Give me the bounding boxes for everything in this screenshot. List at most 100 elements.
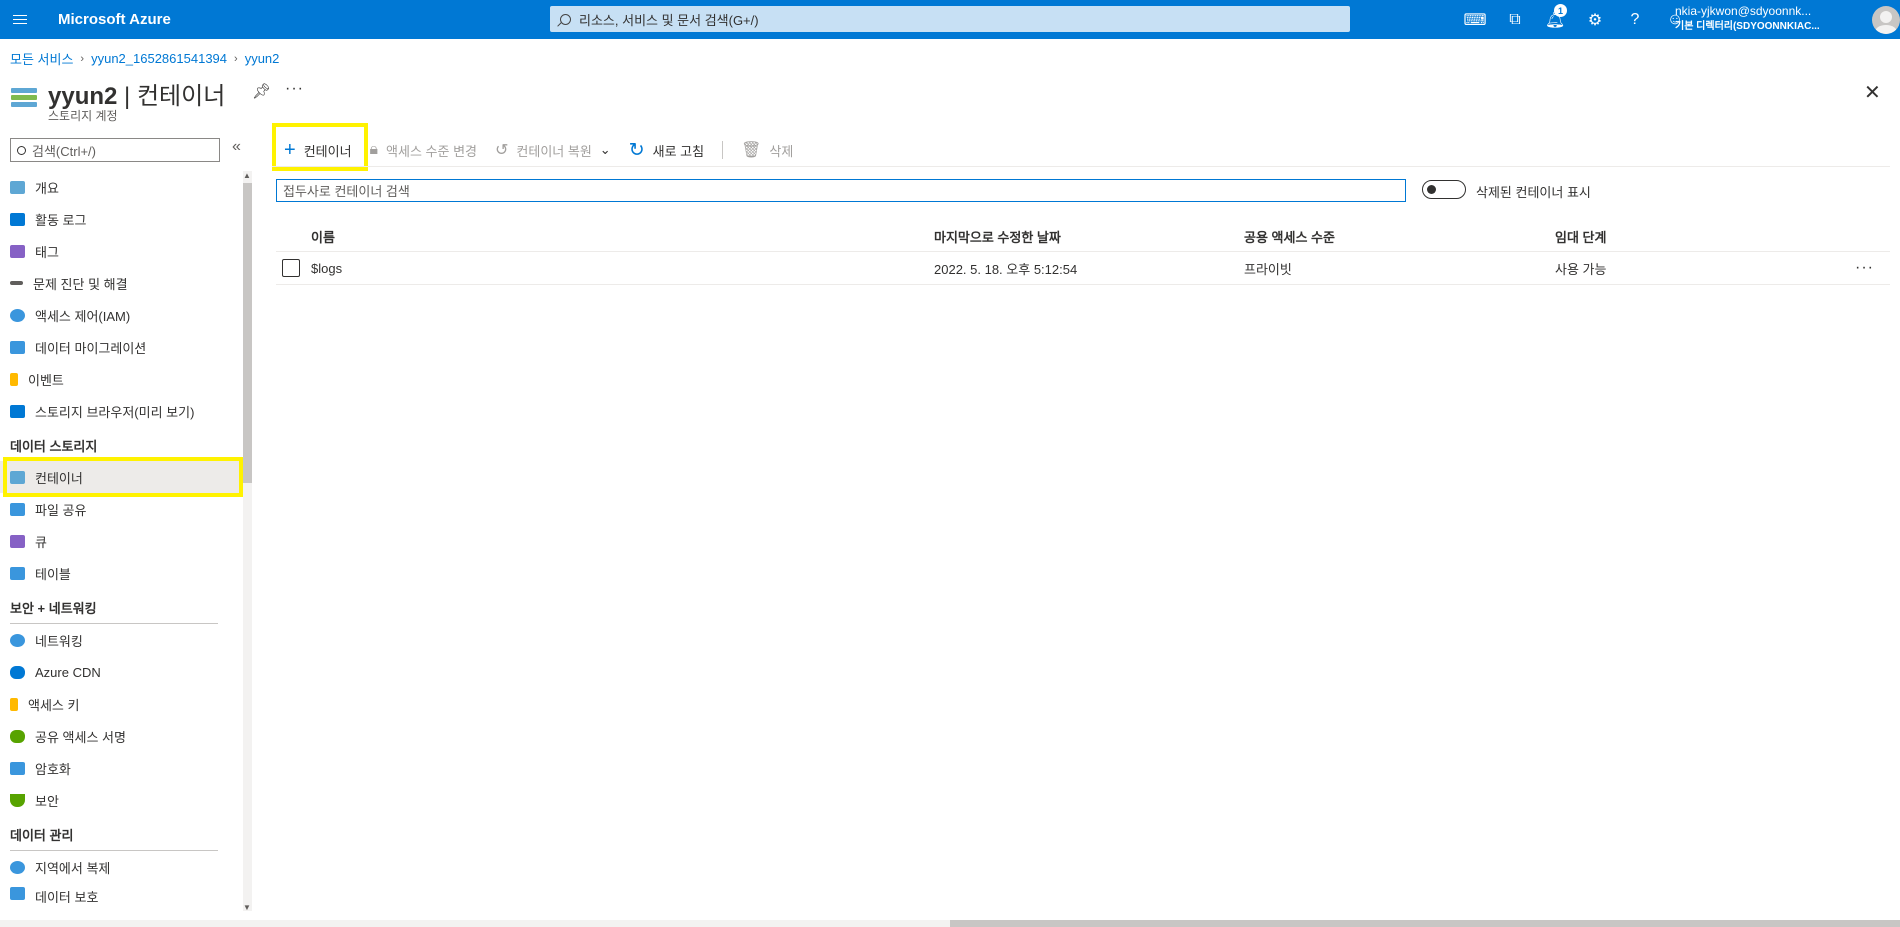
migration-icon <box>10 340 25 354</box>
sidebar-item-label: 파일 공유 <box>35 502 87 518</box>
collapse-menu-icon[interactable]: « <box>232 138 241 156</box>
sidebar-item-queues[interactable]: 큐 <box>0 525 242 557</box>
breadcrumb-storage-account[interactable]: yyun2 <box>245 51 280 66</box>
more-options-icon[interactable]: ··· <box>285 80 304 98</box>
scroll-up-icon[interactable]: ▲ <box>243 171 251 180</box>
sidebar-item-encryption[interactable]: 암호화 <box>0 752 242 784</box>
sidebar-item-events[interactable]: 이벤트 <box>0 363 242 395</box>
header-lease-state[interactable]: 임대 단계 <box>1555 227 1855 246</box>
cloud-shell-icon[interactable]: ⌨ <box>1455 0 1495 39</box>
account-email: nkia-yjkwon@sdyoonnk... <box>1675 4 1812 18</box>
sidebar-item-security[interactable]: 보안 <box>0 784 242 816</box>
global-search-input[interactable]: 리소스, 서비스 및 문서 검색(G+/) <box>550 6 1350 32</box>
sidebar-item-azure-cdn[interactable]: Azure CDN <box>0 656 242 688</box>
help-icon[interactable]: ? <box>1615 0 1655 39</box>
sidebar-item-access-keys[interactable]: 액세스 키 <box>0 688 242 720</box>
globe-icon <box>10 860 25 874</box>
sidebar-item-overview[interactable]: 개요 <box>0 171 242 203</box>
change-access-level-button[interactable]: 🔒︎ 액세스 수준 변경 <box>370 141 477 160</box>
queue-icon <box>10 534 25 548</box>
search-icon <box>17 145 26 155</box>
notification-badge: 1 <box>1554 4 1567 17</box>
cell-lease-state: 사용 가능 <box>1555 261 1607 277</box>
link-icon <box>10 729 25 743</box>
highlight-containers-menu <box>3 457 243 497</box>
notifications-icon[interactable]: 🔔︎ 1 <box>1535 0 1575 39</box>
restore-containers-button[interactable]: ↺ 컨테이너 복원 ⌄ <box>495 140 611 160</box>
settings-icon[interactable]: ⚙ <box>1575 0 1615 39</box>
sidebar-item-data-protection[interactable]: 데이터 보호 <box>0 883 242 903</box>
sidebar-item-activity-log[interactable]: 활동 로그 <box>0 203 242 235</box>
container-prefix-search-input[interactable]: 접두사로 컨테이너 검색 <box>276 179 1406 202</box>
sidebar-item-label: 암호화 <box>35 761 71 777</box>
title-separator: | <box>117 83 137 110</box>
menu-scrollbar-thumb[interactable] <box>243 183 252 483</box>
breadcrumb-all-services[interactable]: 모든 서비스 <box>10 49 73 68</box>
breadcrumb-resource-group[interactable]: yyun2_1652861541394 <box>91 51 227 66</box>
account-info[interactable]: nkia-yjkwon@sdyoonnk... 기본 디렉터리(SDYOONNK… <box>1675 4 1820 34</box>
pin-icon[interactable]: 📌︎ <box>252 82 271 100</box>
menu-icon[interactable] <box>6 0 34 39</box>
sidebar-item-sas[interactable]: 공유 액세스 서명 <box>0 720 242 752</box>
horizontal-scrollbar-thumb[interactable] <box>950 920 1900 927</box>
sidebar-item-tags[interactable]: 태그 <box>0 235 242 267</box>
scroll-down-icon[interactable]: ▼ <box>243 903 251 912</box>
page-subtitle: 스토리지 계정 <box>48 109 118 123</box>
key-icon <box>10 697 18 711</box>
change-access-level-label: 액세스 수준 변경 <box>386 143 477 159</box>
header-name[interactable]: 이름 <box>311 227 934 246</box>
cell-public-access: 프라이빗 <box>1244 261 1292 277</box>
cell-last-modified: 2022. 5. 18. 오후 5:12:54 <box>934 261 1078 277</box>
container-name-link[interactable]: $logs <box>311 261 934 276</box>
sidebar-item-storage-browser[interactable]: 스토리지 브라우저(미리 보기) <box>0 395 242 427</box>
close-icon[interactable]: ✕ <box>1864 80 1881 105</box>
sidebar-item-tables[interactable]: 테이블 <box>0 557 242 589</box>
cloud-icon <box>10 665 25 679</box>
sidebar-item-label: 태그 <box>35 244 59 260</box>
lock-icon: 🔒︎ <box>369 141 379 158</box>
refresh-button[interactable]: ↻ 새로 고침 <box>629 139 704 162</box>
account-directory: 기본 디렉터리(SDYOONNKIAC... <box>1675 21 1820 32</box>
restore-containers-label: 컨테이너 복원 <box>516 143 592 159</box>
sidebar-item-label: 공유 액세스 서명 <box>35 729 126 745</box>
storage-browser-icon <box>10 404 25 418</box>
table-row[interactable]: $logs 2022. 5. 18. 오후 5:12:54 프라이빗 사용 가능… <box>276 252 1890 285</box>
row-checkbox[interactable] <box>282 259 300 277</box>
table-icon <box>10 566 25 580</box>
delete-button[interactable]: 🗑︎ 삭제 <box>741 140 793 160</box>
sidebar-item-diagnose[interactable]: 문제 진단 및 해결 <box>0 267 242 299</box>
section-security-networking: 보안 + 네트워킹 <box>10 601 97 616</box>
directory-filter-icon[interactable]: ⧉ <box>1495 0 1535 39</box>
sidebar-item-geo-replication[interactable]: 지역에서 복제 <box>0 851 242 883</box>
containers-table: 이름 마지막으로 수정한 날짜 공용 액세스 수준 임대 단계 $logs 20… <box>276 222 1890 285</box>
refresh-icon: ↻ <box>628 139 645 161</box>
overview-icon <box>10 180 25 194</box>
undo-icon: ↺ <box>495 142 509 159</box>
header-last-modified[interactable]: 마지막으로 수정한 날짜 <box>934 227 1244 246</box>
storage-account-icon <box>11 88 37 110</box>
sidebar-item-networking[interactable]: 네트워킹 <box>0 624 242 656</box>
table-header: 이름 마지막으로 수정한 날짜 공용 액세스 수준 임대 단계 <box>276 222 1890 252</box>
search-icon <box>560 13 571 25</box>
sidebar-item-label: 보안 <box>35 793 59 809</box>
row-more-icon[interactable]: ··· <box>1855 259 1890 277</box>
avatar[interactable] <box>1872 6 1900 34</box>
delete-label: 삭제 <box>769 143 794 159</box>
show-deleted-containers-toggle[interactable] <box>1422 180 1466 199</box>
lock-icon <box>10 761 25 775</box>
sidebar-item-label: 지역에서 복제 <box>35 860 111 876</box>
breadcrumb: 모든 서비스 › yyun2_1652861541394 › yyun2 <box>10 49 279 68</box>
lightning-icon <box>10 372 18 386</box>
title-section: 컨테이너 <box>136 83 226 110</box>
trash-icon: 🗑︎ <box>741 142 762 159</box>
chevron-right-icon: › <box>80 52 85 65</box>
menu-search-input[interactable]: 검색(Ctrl+/) <box>10 138 220 162</box>
section-data-storage: 데이터 스토리지 <box>10 439 98 454</box>
brand-title[interactable]: Microsoft Azure <box>58 11 171 28</box>
sidebar-item-file-shares[interactable]: 파일 공유 <box>0 493 242 525</box>
sidebar-item-data-migration[interactable]: 데이터 마이그레이션 <box>0 331 242 363</box>
sidebar-item-iam[interactable]: 액세스 제어(IAM) <box>0 299 242 331</box>
sidebar-item-label: 스토리지 브라우저(미리 보기) <box>35 404 195 420</box>
sidebar-item-label: 활동 로그 <box>35 212 87 228</box>
header-public-access[interactable]: 공용 액세스 수준 <box>1244 227 1555 246</box>
